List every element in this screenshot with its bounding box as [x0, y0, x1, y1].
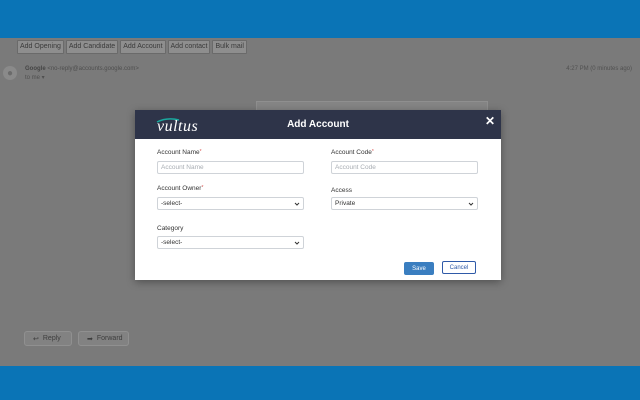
chevron-down-icon [468, 202, 474, 206]
dialog-header: vultus Add Account ✕ [135, 110, 501, 139]
action-toolbar: Add Opening Add Candidate Add Account Ad… [17, 40, 247, 54]
account-owner-label-text: Account Owner [157, 185, 202, 192]
chevron-down-icon [294, 202, 300, 206]
account-owner-value: -select- [161, 200, 183, 207]
account-code-input[interactable] [331, 161, 478, 174]
access-select[interactable]: Private [331, 197, 478, 210]
email-recipient[interactable]: to me ▾ [25, 74, 45, 81]
add-candidate-button[interactable]: Add Candidate [65, 40, 119, 54]
category-select[interactable]: -select- [157, 236, 304, 249]
person-icon: ● [6, 67, 14, 79]
reply-label: Reply [42, 335, 61, 342]
account-name-label: Account Name* [157, 149, 202, 156]
account-owner-label: Account Owner* [157, 185, 203, 192]
access-value: Private [335, 200, 356, 207]
account-name-label-text: Account Name [157, 149, 200, 156]
bulk-mail-button[interactable]: Bulk mail [212, 40, 247, 54]
add-opening-button[interactable]: Add Opening [17, 40, 64, 54]
email-sender: Google <no-reply@accounts.google.com> [25, 66, 139, 72]
email-timestamp: 4:27 PM (0 minutes ago) [566, 66, 632, 72]
add-account-button[interactable]: Add Account [120, 40, 166, 54]
category-value: -select- [161, 239, 183, 246]
close-icon[interactable]: ✕ [484, 115, 496, 127]
category-label: Category [157, 225, 184, 232]
save-button[interactable]: Save [404, 262, 434, 275]
account-code-label: Account Code* [331, 149, 374, 156]
forward-label: Forward [96, 335, 123, 342]
required-marker: * [201, 185, 204, 191]
top-brand-band [0, 0, 640, 38]
forward-icon: ➡ [87, 335, 93, 343]
account-code-label-text: Account Code [331, 149, 372, 156]
reply-icon: ↩ [33, 335, 39, 343]
bottom-brand-band [0, 366, 640, 400]
dialog-title: Add Account [287, 119, 349, 130]
cancel-button[interactable]: Cancel [442, 261, 476, 274]
access-label: Access [331, 187, 352, 194]
reply-button[interactable]: ↩ Reply [24, 331, 72, 346]
chevron-down-icon [294, 241, 300, 245]
required-marker: * [199, 149, 202, 155]
sender-email: <no-reply@accounts.google.com> [47, 66, 139, 72]
forward-button[interactable]: ➡ Forward [78, 331, 129, 346]
account-name-input[interactable] [157, 161, 304, 174]
add-account-dialog: vultus Add Account ✕ Account Name* Accou… [135, 110, 501, 280]
add-contact-button[interactable]: Add contact [167, 40, 211, 54]
avatar: ● [3, 66, 17, 80]
sender-name: Google [25, 66, 46, 72]
required-marker: * [371, 149, 374, 155]
account-owner-select[interactable]: -select- [157, 197, 304, 210]
